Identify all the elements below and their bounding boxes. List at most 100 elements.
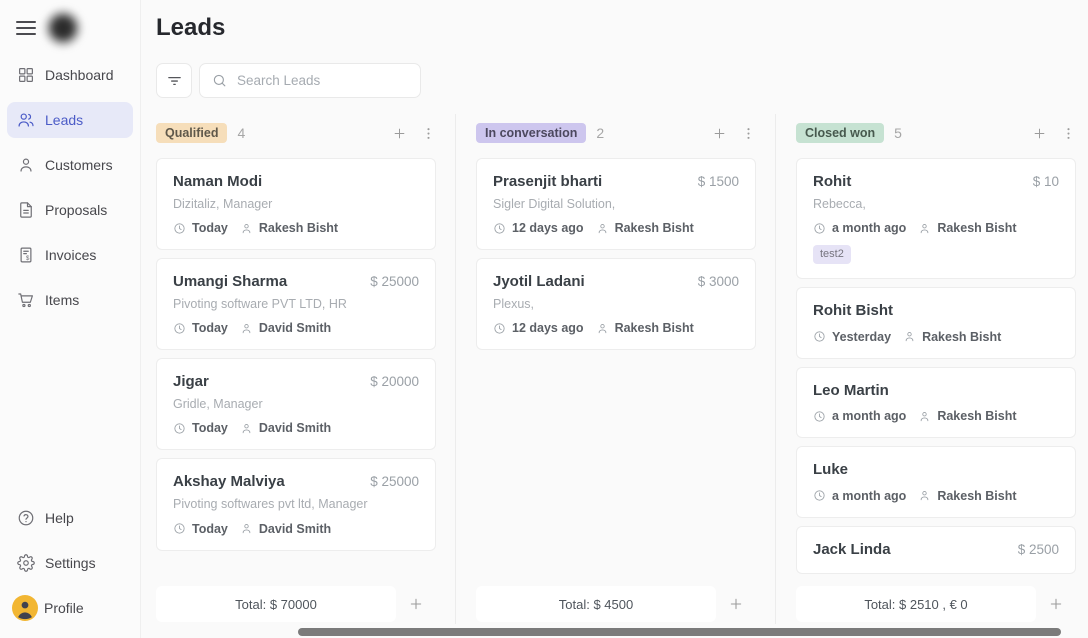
- lead-meta: a month ago Rakesh Bisht: [813, 489, 1059, 503]
- lead-owner: David Smith: [259, 321, 331, 335]
- clock-icon: [173, 222, 186, 235]
- person-icon: [918, 222, 931, 235]
- column-count: 5: [894, 125, 902, 141]
- sidebar-nav: Dashboard Leads Customers Proposals $Invoice…: [7, 57, 133, 318]
- person-icon: [596, 222, 609, 235]
- clock-icon: [173, 522, 186, 535]
- board-column-in-conversation: In conversation2 Prasenjit bharti$ 1500Si…: [476, 120, 756, 622]
- lead-card[interactable]: Jigar$ 20000Gridle, ManagerTodayDavid Sm…: [156, 358, 436, 450]
- lead-owner: Rakesh Bisht: [259, 221, 338, 235]
- lead-last-activity: Today: [192, 321, 228, 335]
- lead-card[interactable]: Jyotil Ladani$ 3000Plexus,12 days agoRak…: [476, 258, 756, 350]
- lead-card[interactable]: Rohit Bisht Yesterday Rakesh Bisht: [796, 287, 1076, 359]
- sidebar-item-leads[interactable]: Leads: [7, 102, 133, 138]
- lead-company: Gridle, Manager: [173, 397, 419, 413]
- lead-meta: TodayDavid Smith: [173, 522, 419, 536]
- add-lead-button[interactable]: [712, 126, 727, 141]
- sidebar-item-dashboard[interactable]: Dashboard: [7, 57, 133, 93]
- add-card-button[interactable]: [1036, 595, 1076, 613]
- toolbar: [156, 63, 1088, 98]
- sidebar-item-help[interactable]: Help: [7, 500, 133, 536]
- search-box[interactable]: [199, 63, 421, 98]
- add-card-button[interactable]: [396, 595, 436, 613]
- hamburger-menu-icon[interactable]: [16, 21, 36, 35]
- lead-last-activity: a month ago: [832, 221, 906, 235]
- add-card-button[interactable]: [716, 595, 756, 613]
- lead-card[interactable]: Jack Linda$ 2500: [796, 526, 1076, 575]
- app-logo: [42, 7, 84, 49]
- lead-owner: Rakesh Bisht: [937, 221, 1016, 235]
- person-icon: [596, 322, 609, 335]
- lead-card-header: Jack Linda$ 2500: [813, 540, 1059, 560]
- column-total: Total: $ 4500: [476, 586, 716, 622]
- board-column-closed-won: Closed won5Rohit$ 10Rebecca,a month agoR…: [796, 120, 1076, 622]
- column-footer: Total: $ 70000: [156, 586, 436, 622]
- lead-card[interactable]: Prasenjit bharti$ 1500Sigler Digital Sol…: [476, 158, 756, 250]
- sidebar-item-invoices[interactable]: $Invoices: [7, 237, 133, 273]
- sidebar-item-profile[interactable]: Profile: [7, 590, 133, 626]
- sidebar-item-label: Customers: [45, 157, 113, 173]
- kanban-board: Qualified 4 Naman ModiDizitaliz, ManagerTo…: [156, 120, 1088, 622]
- plus-icon: [712, 126, 727, 141]
- lead-owner: Rakesh Bisht: [922, 330, 1001, 344]
- lead-last-activity: a month ago: [832, 489, 906, 503]
- lead-meta: TodayRakesh Bisht: [173, 221, 419, 235]
- lead-card[interactable]: Umangi Sharma$ 25000Pivoting software PV…: [156, 258, 436, 350]
- clock-icon: [173, 322, 186, 335]
- profile-avatar: [12, 595, 38, 621]
- column-menu-button[interactable]: [741, 126, 756, 141]
- column-status-badge: Qualified: [156, 123, 227, 144]
- lead-amount: $ 2500: [1018, 542, 1059, 557]
- lead-last-activity: 12 days ago: [512, 221, 584, 235]
- sidebar-item-settings[interactable]: Settings: [7, 545, 133, 581]
- sidebar-item-items[interactable]: Items: [7, 282, 133, 318]
- lead-meta: Yesterday Rakesh Bisht: [813, 330, 1059, 344]
- sidebar-item-customers[interactable]: Customers: [7, 147, 133, 183]
- sidebar-item-proposals[interactable]: Proposals: [7, 192, 133, 228]
- plus-icon: [408, 596, 424, 612]
- lead-name: Rohit Bisht: [813, 301, 893, 321]
- column-menu-button[interactable]: [421, 126, 436, 141]
- lead-card[interactable]: Akshay Malviya$ 25000Pivoting softwares …: [156, 458, 436, 550]
- lead-card[interactable]: Rohit$ 10Rebecca,a month agoRakesh Bisht…: [796, 158, 1076, 279]
- svg-text:$: $: [26, 256, 30, 262]
- plus-icon: [728, 596, 744, 612]
- person-icon: [240, 222, 253, 235]
- clock-icon: [493, 322, 506, 335]
- page-title: Leads: [156, 14, 1088, 42]
- clock-icon: [813, 489, 826, 502]
- sidebar: Dashboard Leads Customers Proposals $Invoice…: [0, 0, 141, 638]
- filter-button[interactable]: [156, 63, 192, 98]
- lead-meta: Today David Smith: [173, 321, 419, 335]
- lead-owner: Rakesh Bisht: [937, 489, 1016, 503]
- lead-card-header: Luke: [813, 460, 1059, 480]
- lead-amount: $ 25000: [370, 474, 419, 489]
- clock-icon: [493, 222, 506, 235]
- kebab-menu-icon: [1061, 126, 1076, 141]
- lead-last-activity: Yesterday: [832, 330, 891, 344]
- lead-card[interactable]: Naman ModiDizitaliz, ManagerTodayRakesh …: [156, 158, 436, 250]
- column-menu-button[interactable]: [1061, 126, 1076, 141]
- person-icon: [903, 330, 916, 343]
- person-icon: [918, 489, 931, 502]
- clock-icon: [813, 410, 826, 423]
- filter-icon: [166, 72, 183, 89]
- search-input[interactable]: [235, 72, 408, 89]
- proposals-document-icon: [17, 201, 35, 219]
- column-count: 4: [237, 125, 245, 141]
- add-lead-button[interactable]: [392, 126, 407, 141]
- customers-person-icon: [17, 156, 35, 174]
- lead-card[interactable]: Luke a month ago Rakesh Bisht: [796, 446, 1076, 518]
- items-cart-icon: [17, 291, 35, 309]
- lead-amount: $ 1500: [698, 174, 739, 189]
- add-lead-button[interactable]: [1032, 126, 1047, 141]
- column-header: Qualified 4: [156, 120, 436, 146]
- help-circle-icon: [17, 509, 35, 527]
- horizontal-scrollbar-thumb[interactable]: [298, 628, 1061, 636]
- column-header: In conversation2: [476, 120, 756, 146]
- board-column-qualified: Qualified 4 Naman ModiDizitaliz, ManagerTo…: [156, 120, 436, 622]
- sidebar-item-label: Items: [45, 292, 79, 308]
- person-icon: [240, 322, 253, 335]
- lead-card[interactable]: Leo Martina month agoRakesh Bisht: [796, 367, 1076, 439]
- column-total: Total: $ 70000: [156, 586, 396, 622]
